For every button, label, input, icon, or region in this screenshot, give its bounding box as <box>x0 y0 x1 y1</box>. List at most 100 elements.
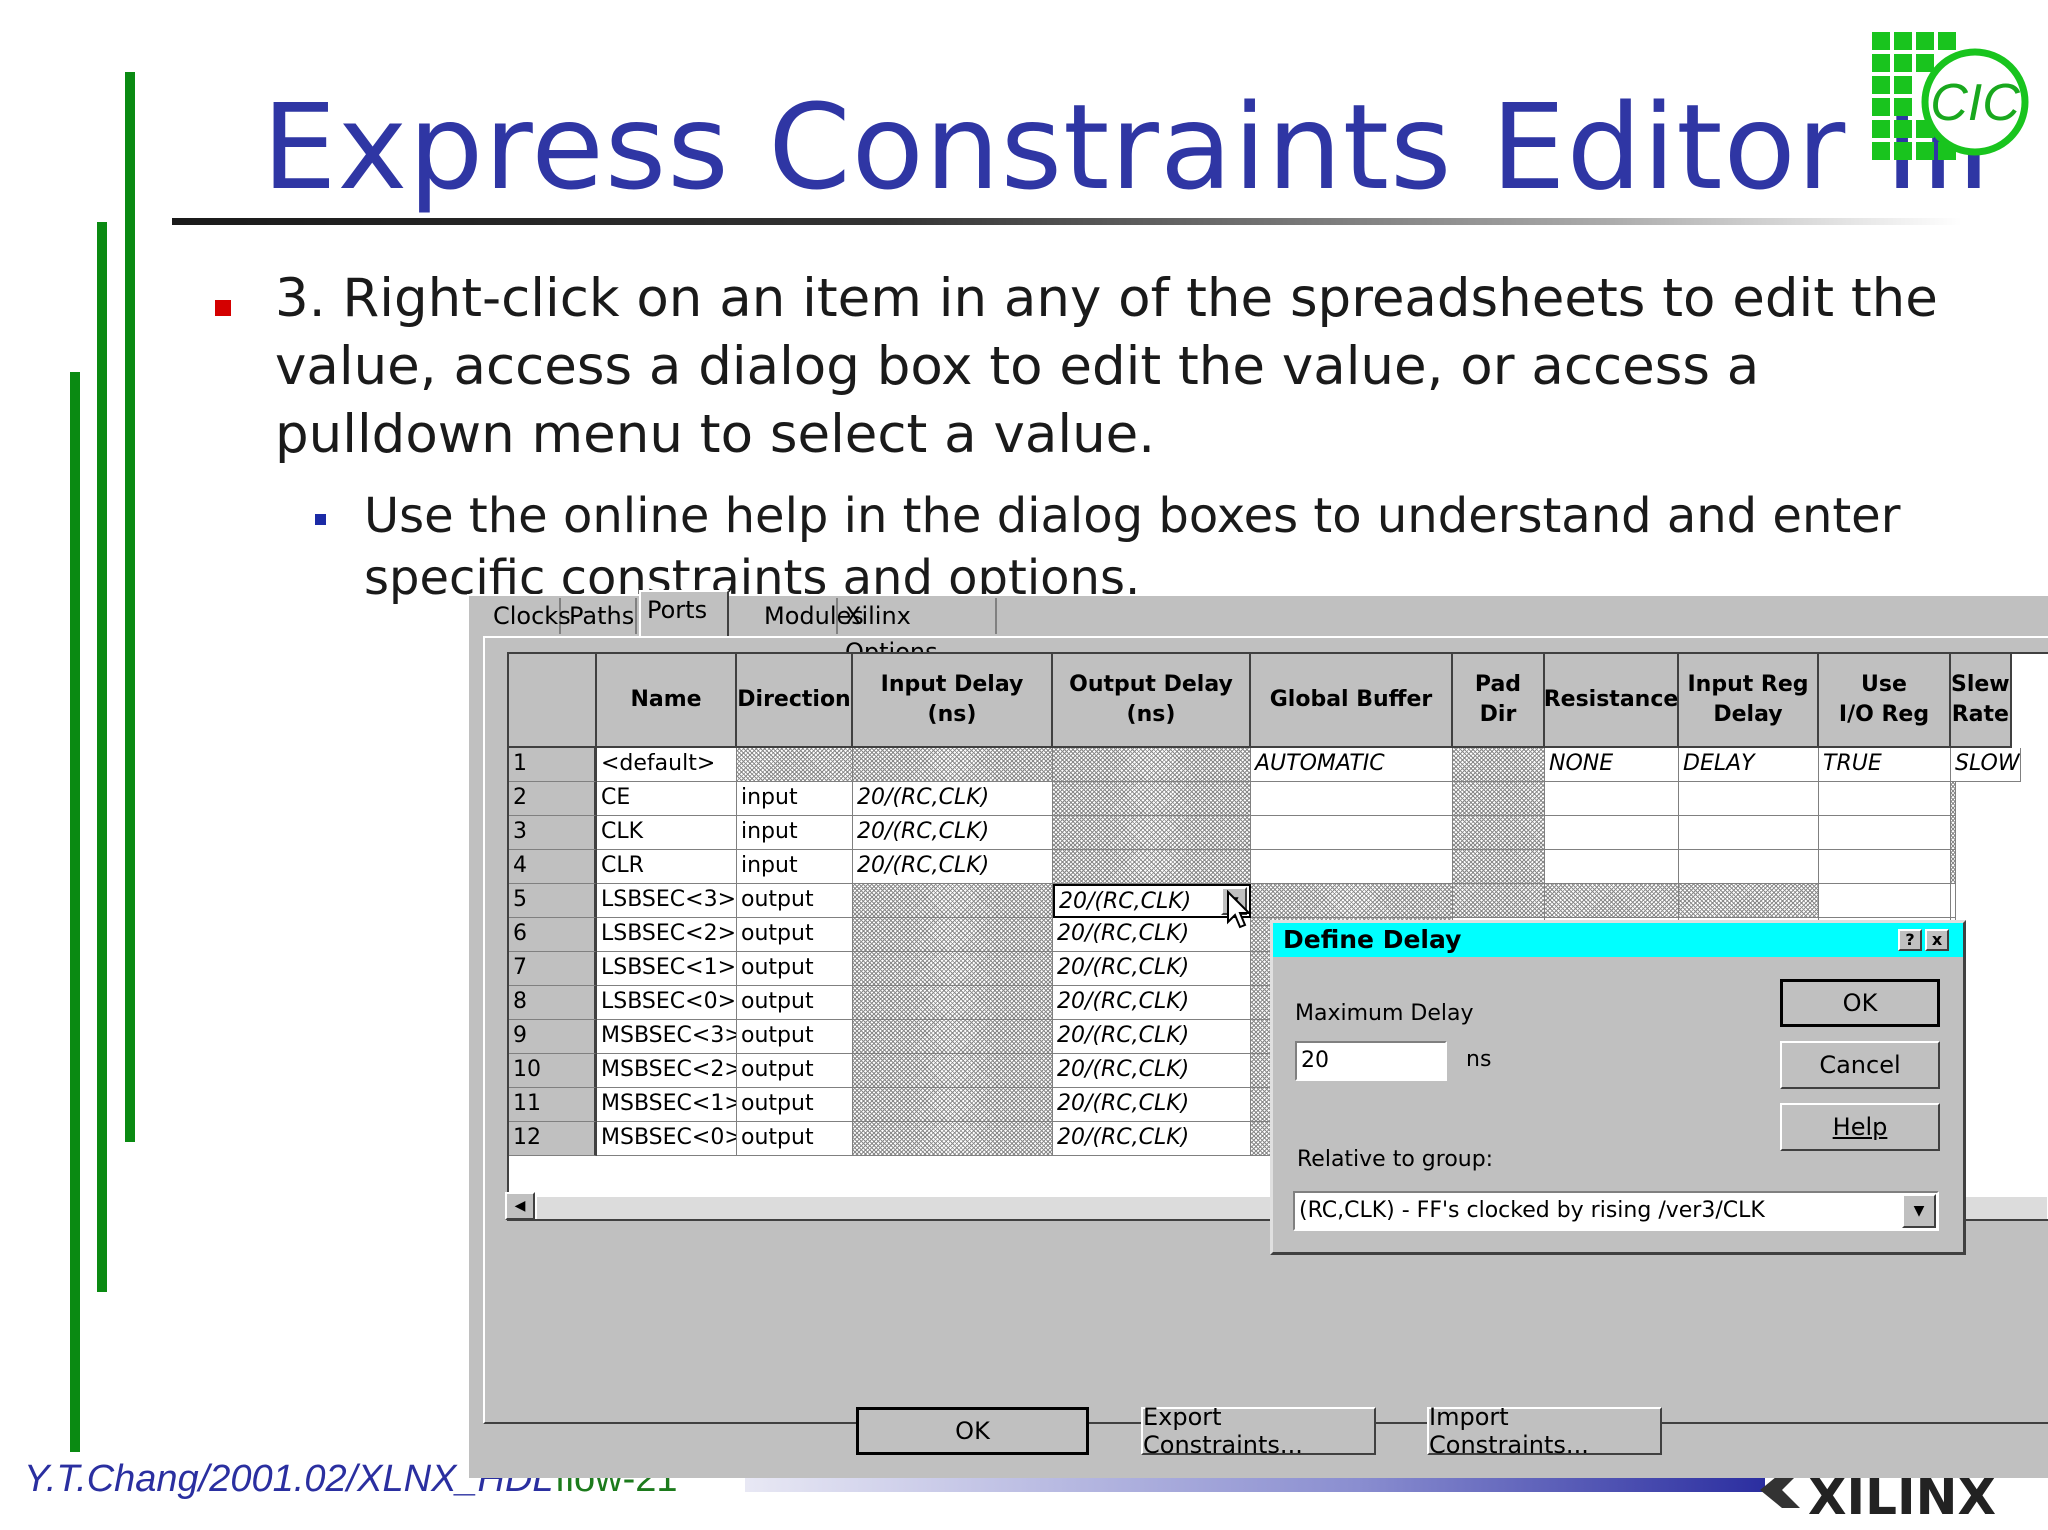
row-number[interactable]: 10 <box>509 1054 597 1088</box>
cell-pad-dir[interactable] <box>1453 782 1545 816</box>
cell-slew-rate[interactable] <box>1951 816 1956 850</box>
cell-direction[interactable]: output <box>737 986 853 1020</box>
cell-input-delay[interactable] <box>853 748 1053 782</box>
cell-input-delay[interactable]: 20/(RC,CLK) <box>853 850 1053 884</box>
row-number[interactable]: 1 <box>509 748 597 782</box>
column-header[interactable]: Resistance <box>1544 654 1679 748</box>
cell-input-delay[interactable] <box>853 884 1053 918</box>
cell-output-delay[interactable] <box>1053 850 1251 884</box>
cell-input-delay[interactable]: 20/(RC,CLK) <box>853 782 1053 816</box>
cell-output-delay[interactable] <box>1053 816 1251 850</box>
cell-use-io-reg[interactable] <box>1819 782 1951 816</box>
cell-slew-rate[interactable]: SLOW <box>1951 748 2021 782</box>
dialog-cancel-button[interactable]: Cancel <box>1780 1041 1940 1089</box>
row-number[interactable]: 12 <box>509 1122 597 1156</box>
cell-input-delay[interactable] <box>853 1088 1053 1122</box>
row-number[interactable]: 5 <box>509 884 597 918</box>
dropdown-arrow-icon[interactable]: ▼ <box>1902 1194 1936 1228</box>
cell-direction[interactable]: input <box>737 816 853 850</box>
cell-direction[interactable]: output <box>737 952 853 986</box>
cell-pad-dir[interactable] <box>1453 748 1545 782</box>
cell-resistance[interactable] <box>1545 816 1679 850</box>
tab-xilinx-options[interactable]: Xilinx Options <box>839 598 997 666</box>
scroll-left-button[interactable]: ◀ <box>505 1192 535 1220</box>
row-number[interactable]: 4 <box>509 850 597 884</box>
ok-button[interactable]: OK <box>856 1407 1089 1455</box>
export-constraints-button[interactable]: Export Constraints... <box>1141 1403 1376 1459</box>
cell-global-buffer[interactable] <box>1251 850 1453 884</box>
cell-direction[interactable]: output <box>737 1088 853 1122</box>
cell-input-delay[interactable] <box>853 986 1053 1020</box>
tab-clocks[interactable]: Clocks <box>487 598 571 634</box>
dialog-ok-button[interactable]: OK <box>1780 979 1940 1027</box>
help-icon[interactable]: ? <box>1898 929 1922 951</box>
row-number[interactable]: 7 <box>509 952 597 986</box>
dialog-help-button[interactable]: Help <box>1780 1103 1940 1151</box>
cell-name[interactable]: MSBSEC<3> <box>597 1020 737 1054</box>
cell-pad-dir[interactable] <box>1453 816 1545 850</box>
cell-pad-dir[interactable] <box>1453 850 1545 884</box>
cell-use-io-reg[interactable] <box>1819 850 1951 884</box>
cell-input-delay[interactable] <box>853 952 1053 986</box>
tab-modules[interactable]: Modules <box>758 598 864 634</box>
cell-name[interactable]: <default> <box>597 748 737 782</box>
cell-direction[interactable]: output <box>737 1122 853 1156</box>
cell-direction[interactable]: output <box>737 1054 853 1088</box>
cell-use-io-reg[interactable] <box>1819 884 1951 918</box>
cell-resistance[interactable] <box>1545 850 1679 884</box>
cell-name[interactable]: LSBSEC<1> <box>597 952 737 986</box>
cell-output-delay[interactable]: 20/(RC,CLK) <box>1053 986 1251 1020</box>
tab-ports[interactable]: Ports <box>639 590 729 636</box>
cell-input-reg-delay[interactable] <box>1679 816 1819 850</box>
cell-global-buffer[interactable]: AUTOMATIC <box>1251 748 1453 782</box>
max-delay-input[interactable]: 20 <box>1295 1041 1447 1081</box>
row-number[interactable]: 8 <box>509 986 597 1020</box>
cell-direction[interactable]: output <box>737 1020 853 1054</box>
cell-resistance[interactable]: NONE <box>1545 748 1679 782</box>
cell-resistance[interactable] <box>1545 884 1679 918</box>
cell-input-reg-delay[interactable]: DELAY <box>1679 748 1819 782</box>
cell-use-io-reg[interactable]: TRUE <box>1819 748 1951 782</box>
import-constraints-button[interactable]: Import Constraints... <box>1427 1403 1662 1459</box>
cell-input-delay[interactable] <box>853 1054 1053 1088</box>
row-number[interactable]: 2 <box>509 782 597 816</box>
cell-direction[interactable] <box>737 748 853 782</box>
row-number[interactable]: 3 <box>509 816 597 850</box>
cell-direction[interactable]: input <box>737 850 853 884</box>
cell-direction[interactable]: output <box>737 918 853 952</box>
cell-input-delay[interactable]: 20/(RC,CLK) <box>853 816 1053 850</box>
cell-name[interactable]: LSBSEC<0> <box>597 986 737 1020</box>
cell-name[interactable]: LSBSEC<2> <box>597 918 737 952</box>
cell-output-delay[interactable]: 20/(RC,CLK) <box>1053 1088 1251 1122</box>
cell-global-buffer[interactable] <box>1251 816 1453 850</box>
cell-name[interactable]: LSBSEC<3> <box>597 884 737 918</box>
cell-output-delay[interactable]: 20/(RC,CLK) <box>1053 1020 1251 1054</box>
cell-input-reg-delay[interactable] <box>1679 850 1819 884</box>
column-header[interactable]: Output Delay (ns) <box>1053 654 1251 748</box>
cell-slew-rate[interactable] <box>1951 782 1956 816</box>
cell-output-delay[interactable] <box>1053 782 1251 816</box>
cell-name[interactable]: CLK <box>597 816 737 850</box>
column-header[interactable]: Name <box>597 654 737 748</box>
cell-slew-rate[interactable] <box>1951 884 1956 918</box>
cell-name[interactable]: CLR <box>597 850 737 884</box>
column-header[interactable]: Slew Rate <box>1951 654 2012 748</box>
column-header[interactable]: Global Buffer <box>1251 654 1453 748</box>
cell-direction[interactable]: input <box>737 782 853 816</box>
column-header[interactable]: Use I/O Reg <box>1819 654 1951 748</box>
column-header[interactable]: Input Reg Delay <box>1679 654 1819 748</box>
column-header[interactable]: Input Delay (ns) <box>853 654 1053 748</box>
cell-resistance[interactable] <box>1545 782 1679 816</box>
cell-use-io-reg[interactable] <box>1819 816 1951 850</box>
close-icon[interactable]: x <box>1925 929 1949 951</box>
column-header[interactable]: Direction <box>737 654 853 748</box>
cell-input-delay[interactable] <box>853 1020 1053 1054</box>
cell-output-delay[interactable]: 20/(RC,CLK) <box>1053 1122 1251 1156</box>
cell-name[interactable]: CE <box>597 782 737 816</box>
cell-global-buffer[interactable] <box>1251 782 1453 816</box>
cell-global-buffer[interactable] <box>1251 884 1453 918</box>
cell-output-delay[interactable]: 20/(RC,CLK) <box>1053 1054 1251 1088</box>
cell-input-reg-delay[interactable] <box>1679 884 1819 918</box>
tab-paths[interactable]: Paths <box>563 598 637 634</box>
cell-output-delay[interactable] <box>1053 748 1251 782</box>
